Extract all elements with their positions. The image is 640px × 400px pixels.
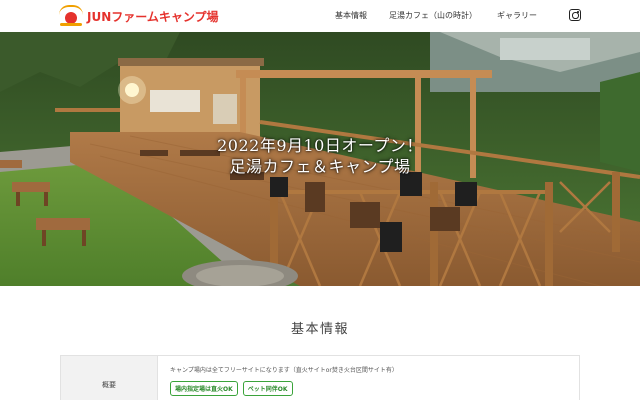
site-header: JUNファームキャンプ場 基本情報 足湯カフェ（山の時計） ギャラリー xyxy=(0,0,640,32)
nav-gallery[interactable]: ギャラリー xyxy=(497,10,537,21)
main-nav: 基本情報 足湯カフェ（山の時計） ギャラリー xyxy=(0,10,640,24)
nav-footbath-cafe[interactable]: 足湯カフェ（山の時計） xyxy=(389,10,477,21)
info-table: 概要 キャンプ場内は全てフリーサイトになります（直火サイトor焚き火台区間サイト… xyxy=(60,355,580,400)
hero-slider: 2022年9月10日オープン！ 足湯カフェ＆キャンプ場 xyxy=(0,32,640,286)
info-text: キャンプ場内は全てフリーサイトになります（直火サイトor焚き火台区間サイト有） xyxy=(170,367,398,374)
section-title: 基本情報 xyxy=(290,322,349,337)
nav-basic-info[interactable]: 基本情報 xyxy=(335,10,367,21)
info-tags: 場内指定場は直火OK ペット同伴OK xyxy=(170,381,567,396)
instagram-icon[interactable] xyxy=(569,9,581,21)
info-label: 概要 xyxy=(61,356,158,400)
tag-pets: ペット同伴OK xyxy=(242,381,293,396)
hero-caption-line2: 足湯カフェ＆キャンプ場 xyxy=(229,157,411,176)
info-content: キャンプ場内は全てフリーサイトになります（直火サイトor焚き火台区間サイト有） … xyxy=(158,356,579,400)
hero-caption: 2022年9月10日オープン！ 足湯カフェ＆キャンプ場 xyxy=(0,135,640,177)
hero-caption-line1: 2022年9月10日オープン！ xyxy=(217,136,423,155)
tag-open-fire: 場内指定場は直火OK xyxy=(170,381,238,396)
